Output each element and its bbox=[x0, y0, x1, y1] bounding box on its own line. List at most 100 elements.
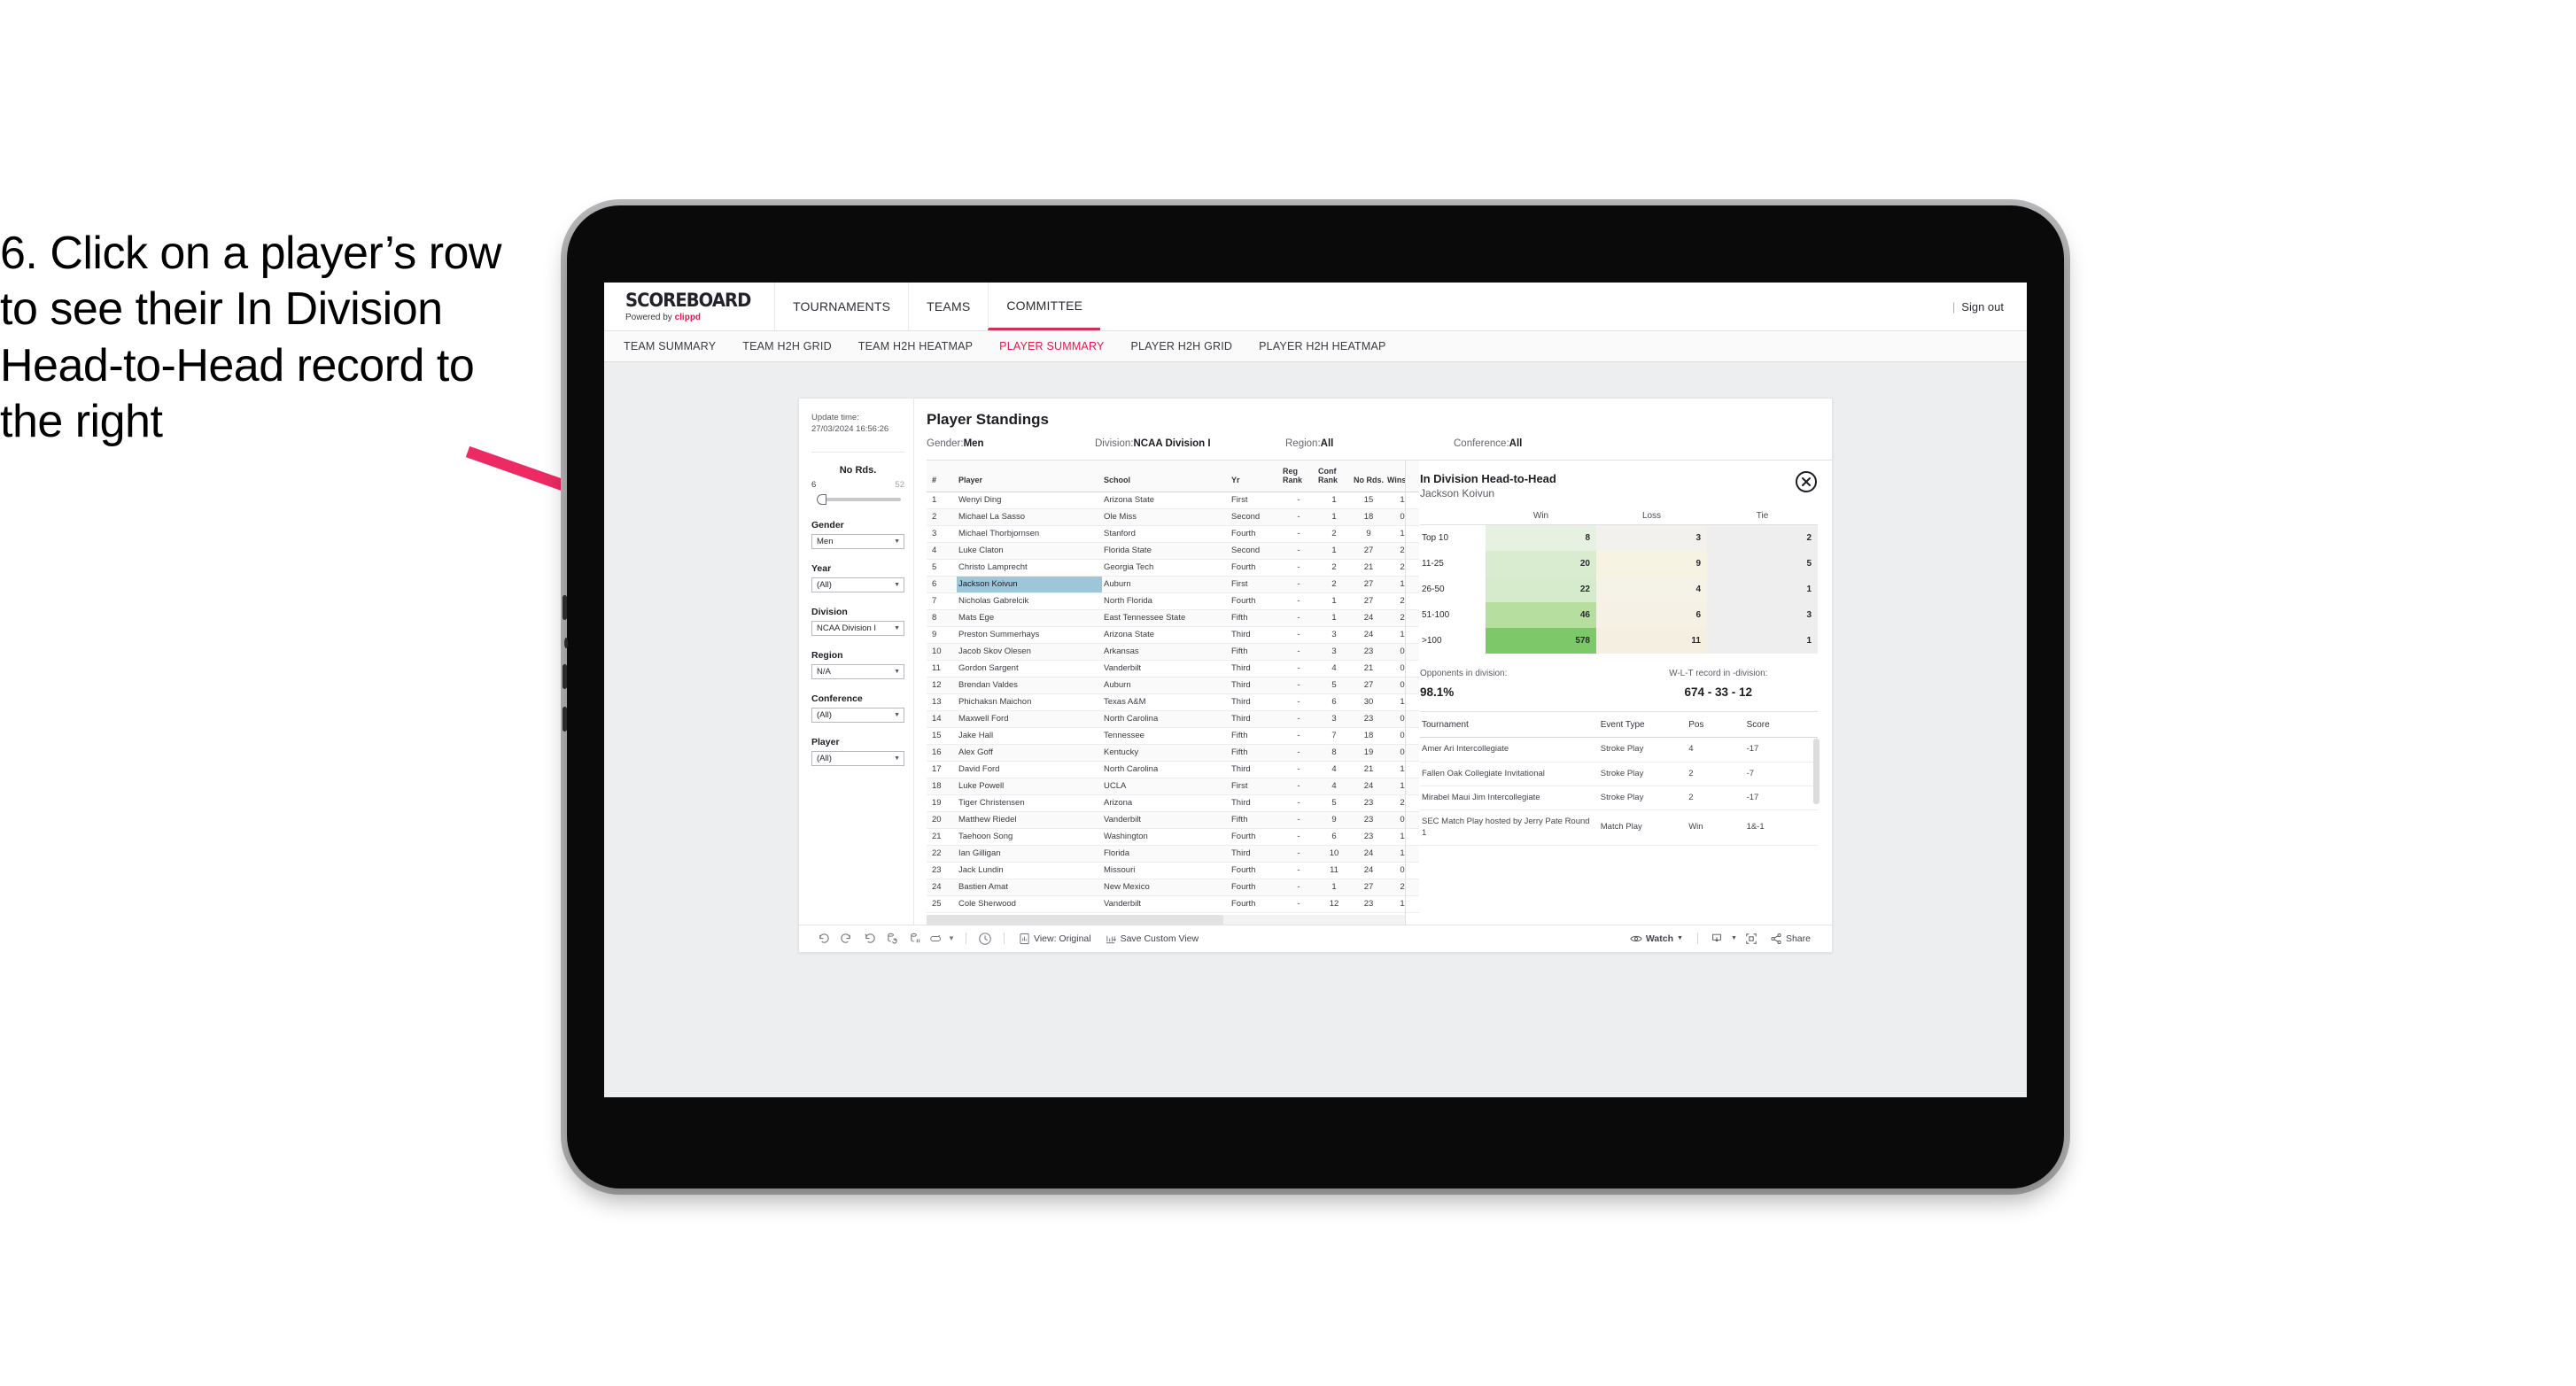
list-item[interactable]: Mirabel Maui Jim Intercollegiate Stroke P… bbox=[1420, 786, 1818, 811]
list-item[interactable]: Amer Ari Intercollegiate Stroke Play 4 -17 bbox=[1420, 737, 1818, 763]
filter-player-select[interactable]: (All) ▼ bbox=[811, 750, 904, 766]
cell-num: 19 bbox=[927, 794, 957, 812]
table-row[interactable]: 25 Cole Sherwood Vanderbilt Fourth -12 23 1 bbox=[927, 895, 1419, 913]
tab-team-summary[interactable]: TEAM SUMMARY bbox=[624, 340, 716, 352]
revert-icon[interactable] bbox=[857, 929, 881, 949]
cell-num: 18 bbox=[927, 778, 957, 795]
h2h-row: >100 578 11 1 bbox=[1420, 628, 1818, 654]
tab-team-h2h-heatmap[interactable]: TEAM H2H HEATMAP bbox=[858, 340, 973, 352]
col-pos[interactable]: Pos bbox=[1687, 712, 1745, 739]
table-row[interactable]: 2 Michael La Sasso Ole Miss Second -1 18 0 bbox=[927, 508, 1419, 526]
nav-item-teams[interactable]: TEAMS bbox=[908, 283, 988, 330]
clock-history-icon[interactable] bbox=[974, 929, 997, 949]
h2h-cell-loss: 3 bbox=[1596, 524, 1707, 552]
table-row[interactable]: 16 Alex Goff Kentucky Fifth -8 19 0 bbox=[927, 744, 1419, 762]
col-tournament[interactable]: Tournament bbox=[1420, 712, 1599, 739]
view-original-button[interactable]: View: Original bbox=[1012, 933, 1098, 945]
table-row[interactable]: 10 Jacob Skov Olesen Arkansas Fifth -3 23 0 bbox=[927, 643, 1419, 661]
table-row[interactable]: 12 Brendan Valdes Auburn Third -5 27 0 bbox=[927, 677, 1419, 694]
watch-button[interactable]: Watch ▼ bbox=[1623, 933, 1690, 944]
close-circle-icon[interactable] bbox=[1795, 470, 1818, 493]
cell-yr: Third bbox=[1230, 794, 1281, 812]
nav-item-tournaments[interactable]: TOURNAMENTS bbox=[774, 283, 908, 330]
table-row[interactable]: 20 Matthew Riedel Vanderbilt Fifth -9 23 0 bbox=[927, 811, 1419, 829]
h2h-row-label: Top 10 bbox=[1422, 533, 1449, 544]
tournament-vertical-scrollbar[interactable] bbox=[1813, 739, 1819, 805]
refresh-data-icon[interactable] bbox=[881, 929, 904, 949]
redo-icon[interactable] bbox=[834, 929, 857, 949]
cell-conf: 3 bbox=[1316, 626, 1352, 644]
filter-gender-select[interactable]: Men ▼ bbox=[811, 533, 904, 549]
table-row[interactable]: 22 Ian Gilligan Florida Third -10 24 1 bbox=[927, 845, 1419, 863]
table-row[interactable]: 3 Michael Thorbjornsen Stanford Fourth -2 9 1 bbox=[927, 525, 1419, 543]
pause-auto-update-icon[interactable] bbox=[904, 929, 927, 949]
cell-player: Brendan Valdes bbox=[957, 677, 1102, 694]
list-item[interactable]: SEC Match Play hosted by Jerry Pate Roun… bbox=[1420, 809, 1818, 846]
tab-player-h2h-heatmap[interactable]: PLAYER H2H HEATMAP bbox=[1259, 340, 1385, 352]
table-row[interactable]: 13 Phichaksn Maichon Texas A&M Third -6 30 1 bbox=[927, 693, 1419, 711]
filter-conference-select[interactable]: (All) ▼ bbox=[811, 707, 904, 723]
table-row[interactable]: 8 Mats Ege East Tennessee State Fifth -1 24 2 bbox=[927, 609, 1419, 627]
col-player[interactable]: Player bbox=[957, 461, 1102, 492]
table-row[interactable]: 4 Luke Claton Florida State Second -1 27 2 bbox=[927, 542, 1419, 560]
col-school[interactable]: School bbox=[1102, 461, 1230, 492]
table-row[interactable]: 9 Preston Summerhays Arizona State Third -3 2… bbox=[927, 626, 1419, 644]
pause-data-icon[interactable] bbox=[927, 929, 944, 949]
table-row[interactable]: 18 Luke Powell UCLA First -4 24 1 bbox=[927, 778, 1419, 795]
cell-rds: 19 bbox=[1352, 744, 1385, 762]
table-row[interactable]: 21 Taehoon Song Washington Fourth -6 23 1 bbox=[927, 828, 1419, 846]
col-reg-rank[interactable]: Reg Rank bbox=[1281, 461, 1316, 492]
col-no-rds[interactable]: No Rds. bbox=[1352, 461, 1385, 492]
tab-player-h2h-grid[interactable]: PLAYER H2H GRID bbox=[1131, 340, 1233, 352]
col-yr[interactable]: Yr bbox=[1230, 461, 1281, 492]
chevron-down-icon[interactable]: ▼ bbox=[944, 929, 958, 949]
table-row[interactable]: 14 Maxwell Ford North Carolina Third -3 23 0 bbox=[927, 710, 1419, 728]
filter-division-select[interactable]: NCAA Division I ▼ bbox=[811, 620, 904, 636]
download-icon[interactable] bbox=[1705, 929, 1728, 949]
cell-school: Kentucky bbox=[1102, 744, 1230, 762]
cell-conf: 6 bbox=[1316, 828, 1352, 846]
share-button[interactable]: Share bbox=[1763, 933, 1819, 945]
table-row[interactable]: 15 Jake Hall Tennessee Fifth -7 18 0 bbox=[927, 727, 1419, 745]
table-row[interactable]: 6 Jackson Koivun Auburn First -2 27 1 bbox=[927, 576, 1419, 593]
table-row[interactable]: 17 David Ford North Carolina Third -4 21 1 bbox=[927, 761, 1419, 778]
tab-player-summary[interactable]: PLAYER SUMMARY bbox=[999, 340, 1104, 352]
col-score[interactable]: Score bbox=[1744, 712, 1818, 739]
main-content: Player Standings Gender: Men Division: N… bbox=[914, 399, 1832, 925]
table-row[interactable]: 7 Nicholas Gabrelcik North Florida Fourth -1… bbox=[927, 592, 1419, 610]
filter-region-select[interactable]: N/A ▼ bbox=[811, 663, 904, 679]
tab-team-h2h-grid[interactable]: TEAM H2H GRID bbox=[742, 340, 832, 352]
filter-conference-value: (All) bbox=[817, 709, 832, 720]
col-conf-rank[interactable]: Conf Rank bbox=[1316, 461, 1352, 492]
table-row[interactable]: 1 Wenyi Ding Arizona State First -1 15 1 bbox=[927, 492, 1419, 509]
sign-out-link[interactable]: Sign out bbox=[1961, 300, 2004, 314]
cell-conf: 2 bbox=[1316, 576, 1352, 593]
table-row[interactable]: 23 Jack Lundin Missouri Fourth -11 24 0 bbox=[927, 862, 1419, 879]
brand-logo[interactable]: SCOREBOARD Powered by clippd bbox=[604, 283, 774, 330]
cell-rds: 21 bbox=[1352, 559, 1385, 577]
h2h-header-row: Win Loss Tie bbox=[1420, 511, 1818, 526]
nav-item-committee[interactable]: COMMITTEE bbox=[988, 283, 1101, 330]
table-row[interactable]: 24 Bastien Amat New Mexico Fourth -1 27 2 bbox=[927, 879, 1419, 896]
table-row[interactable]: 11 Gordon Sargent Vanderbilt Third -4 21 0 bbox=[927, 660, 1419, 678]
undo-icon[interactable] bbox=[811, 929, 834, 949]
filter-year-select[interactable]: (All) ▼ bbox=[811, 577, 904, 592]
slider-handle[interactable] bbox=[817, 493, 826, 505]
h2h-row-label: 26-50 bbox=[1422, 585, 1445, 595]
cell-yr: Fifth bbox=[1230, 643, 1281, 661]
fullscreen-icon[interactable] bbox=[1740, 929, 1763, 949]
chevron-down-icon[interactable]: ▼ bbox=[1728, 929, 1740, 949]
cell-player: Phichaksn Maichon bbox=[957, 693, 1102, 711]
table-row[interactable]: 19 Tiger Christensen Arizona Third -5 23 2 bbox=[927, 794, 1419, 812]
no-rounds-slider[interactable] bbox=[811, 493, 904, 506]
list-item[interactable]: Fallen Oak Collegiate Invitational Stroke… bbox=[1420, 762, 1818, 786]
col-rank[interactable]: # bbox=[927, 461, 957, 492]
standings-table-wrap: # Player School Yr Reg Rank Conf Rank No… bbox=[927, 461, 1419, 925]
col-event-type[interactable]: Event Type bbox=[1598, 712, 1688, 739]
save-custom-view-button[interactable]: Save Custom View bbox=[1098, 933, 1207, 945]
h2h-row: 11-25 20 9 5 bbox=[1420, 551, 1818, 577]
scrollbar-thumb[interactable] bbox=[927, 914, 1223, 925]
cell-school: Vanderbilt bbox=[1102, 895, 1230, 913]
table-row[interactable]: 5 Christo Lamprecht Georgia Tech Fourth -2 21… bbox=[927, 559, 1419, 577]
standings-horizontal-scrollbar[interactable] bbox=[927, 914, 1405, 925]
